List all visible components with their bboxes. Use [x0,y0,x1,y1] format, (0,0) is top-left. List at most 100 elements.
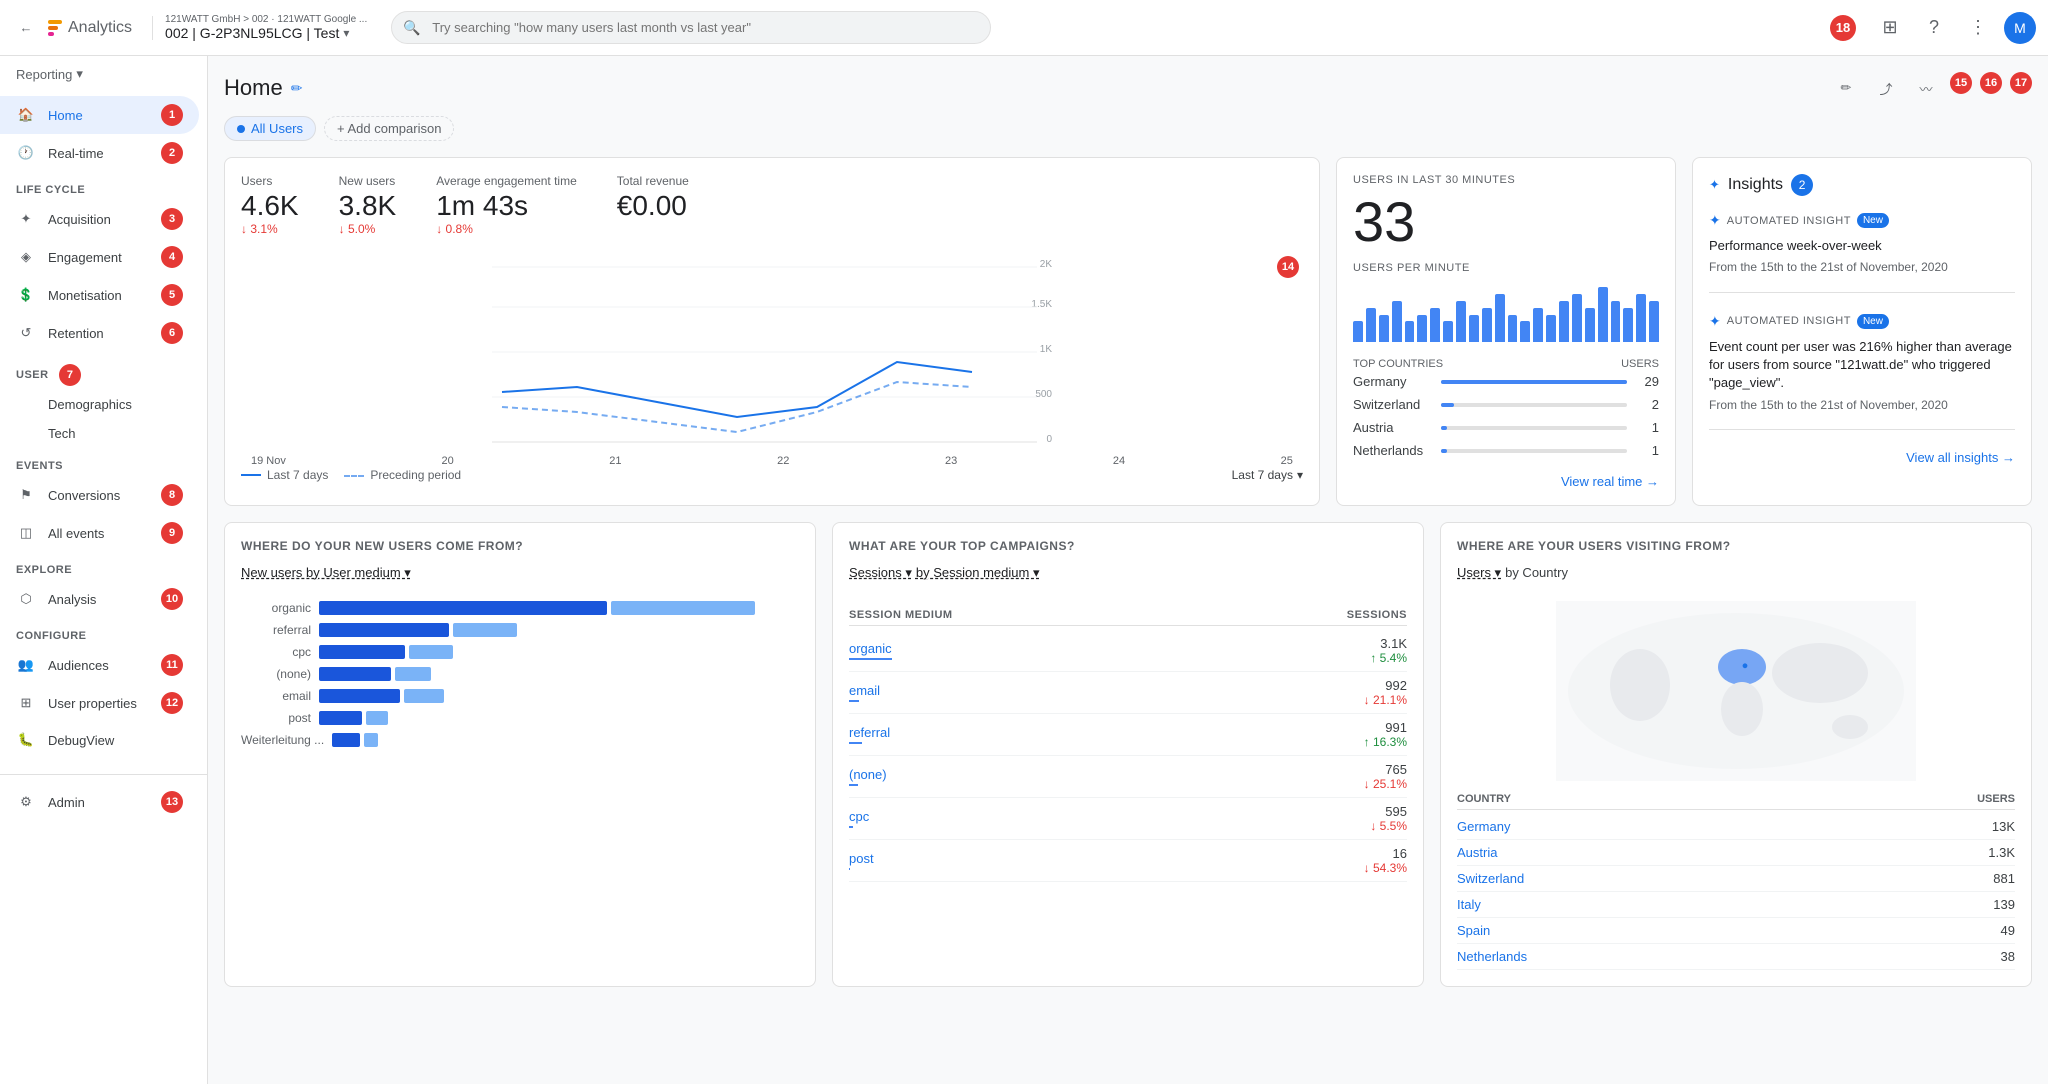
reporting-nav[interactable]: Reporting ▾ [0,56,207,92]
rt-bar [1611,301,1621,342]
sidebar-item-acquisition[interactable]: ✦ Acquisition 3 [0,200,199,238]
bar-wrap [319,689,799,703]
country-table-row: Germany 13K [1457,814,2015,840]
main-chart: 14 2K 1.5K 1K 500 0 [241,252,1303,452]
legend-dashed: Preceding period [344,468,461,482]
sidebar-item-demographics[interactable]: Demographics [0,390,207,419]
country-name[interactable]: Netherlands [1457,949,1527,964]
sidebar-item-label: Home [48,108,161,123]
sidebar-item-tech[interactable]: Tech [0,419,207,448]
rt-bar [1520,321,1530,342]
sidebar-item-retention[interactable]: ↺ Retention 6 [0,314,199,352]
page-title: Home [224,75,283,101]
conversions-icon: ⚑ [16,485,36,505]
rt-bar [1649,301,1659,342]
bar-row: (none) [241,667,799,681]
campaign-name: post [849,851,874,870]
rt-bar [1392,301,1402,342]
chart-period-selector[interactable]: Last 7 days ▾ [1232,468,1303,482]
insight-tag-1: ✦ AUTOMATED INSIGHT New [1709,212,2015,229]
help-icon-button[interactable]: ? [1916,10,1952,46]
bar-fill-dark [319,711,362,725]
search-icon: 🔍 [403,19,420,36]
sidebar-item-conversions[interactable]: ⚑ Conversions 8 [0,476,199,514]
back-button[interactable]: ← [12,14,40,42]
metrics-row: Users 4.6K ↓ 3.1% New users 3.8K ↓ 5.0% … [241,174,1303,236]
main-content: Home ✏ ✏ ⤴ 〰 15 16 17 All Users + Add co… [208,56,2048,1084]
bar-row: cpc [241,645,799,659]
user-section: USER 7 [0,352,207,390]
audiences-icon: 👥 [16,655,36,675]
users-selector[interactable]: Users ▾ [1457,565,1501,581]
sidebar-item-engagement[interactable]: ◈ Engagement 4 [0,238,199,276]
notification-badge[interactable]: 18 [1830,15,1856,41]
sidebar-item-realtime[interactable]: 🕐 Real-time 2 [0,134,199,172]
sessions-selector[interactable]: Sessions ▾ [849,565,912,581]
page-edit-icon[interactable]: ✏ [291,80,303,97]
more-icon-button[interactable]: ⋮ [1960,10,1996,46]
acquisition-icon: ✦ [16,209,36,229]
rt-bar [1430,308,1440,342]
country-users: 139 [1993,897,2015,912]
search-input[interactable] [391,11,991,44]
sidebar-item-allevents[interactable]: ◫ All events 9 [0,514,199,552]
app-logo: Analytics [48,19,132,37]
retention-icon: ↺ [16,323,36,343]
campaign-row: referral 991 ↑ 16.3% [849,714,1407,756]
customize-button[interactable]: ✏ [1830,72,1862,104]
rt-bar [1598,287,1608,342]
sidebar-item-analysis[interactable]: ⬡ Analysis 10 [0,580,199,618]
add-comparison-button[interactable]: + Add comparison [324,116,454,141]
view-realtime-link[interactable]: View real time → [1353,474,1659,489]
metrics-card: Users 4.6K ↓ 3.1% New users 3.8K ↓ 5.0% … [224,157,1320,506]
sidebar-item-debugview[interactable]: 🐛 DebugView [0,722,199,758]
campaign-name: cpc [849,809,869,828]
engagement-badge: 4 [161,246,183,268]
engagement-metric: Average engagement time 1m 43s ↓ 0.8% [436,174,577,236]
sidebar-item-admin[interactable]: ⚙ Admin 13 [0,783,199,821]
avatar[interactable]: M [2004,12,2036,44]
country-name[interactable]: Italy [1457,897,1481,912]
view-insights-link[interactable]: View all insights → [1709,450,2015,465]
rt-bar [1623,308,1633,342]
campaign-stats: 3.1K ↑ 5.4% [1370,636,1407,665]
table-row: (none) 765 ↓ 25.1% [849,756,1407,798]
rt-bar [1469,315,1479,343]
share-button[interactable]: ⤴ [1870,72,1902,104]
campaign-row: post 16 ↓ 54.3% [849,840,1407,882]
bar-fill-dark [319,623,449,637]
country-name[interactable]: Switzerland [1457,871,1524,886]
country-users: 1.3K [1988,845,2015,860]
bar-fill-light [404,689,444,703]
more-options-button[interactable]: 〰 [1910,72,1942,104]
sidebar-item-monetisation[interactable]: 💲 Monetisation 5 [0,276,199,314]
insight-item-1: ✦ AUTOMATED INSIGHT New Performance week… [1709,212,2015,293]
sidebar-item-home[interactable]: 🏠 Home 1 [0,96,199,134]
country-name[interactable]: Germany [1457,819,1510,834]
rt-country-bar [1441,449,1447,453]
grid-icon-button[interactable]: ⊞ [1872,10,1908,46]
campaigns-rows: organic 3.1K ↑ 5.4% email 992 ↓ 21.1% re… [849,630,1407,882]
bar-label: Weiterleitung ... [241,733,324,747]
bar-fill-light [364,733,378,747]
country-name[interactable]: Spain [1457,923,1490,938]
all-users-filter[interactable]: All Users [224,116,316,141]
rt-bar [1559,301,1569,342]
realtime-badge: 2 [161,142,183,164]
new-users-selector[interactable]: New users by User medium ▾ [241,565,799,581]
account-selector[interactable]: 121WATT GmbH > 002 · 121WATT Google ... … [165,14,367,41]
acquisition-badge: 3 [161,208,183,230]
session-medium-selector[interactable]: by Session medium ▾ [916,565,1040,581]
sidebar-item-audiences[interactable]: 👥 Audiences 11 [0,646,199,684]
rt-bar [1456,301,1466,342]
rt-bar [1366,308,1376,342]
logo-bars-icon [48,20,62,36]
new-users-card: WHERE DO YOUR NEW USERS COME FROM? New u… [224,522,816,987]
bar-fill-dark [319,667,391,681]
campaign-name: (none) [849,767,887,786]
chart-legend: Last 7 days Preceding period [241,468,461,482]
svg-text:1K: 1K [1040,344,1053,355]
country-name[interactable]: Austria [1457,845,1497,860]
sidebar-item-userprops[interactable]: ⊞ User properties 12 [0,684,199,722]
bar-wrap [319,645,799,659]
